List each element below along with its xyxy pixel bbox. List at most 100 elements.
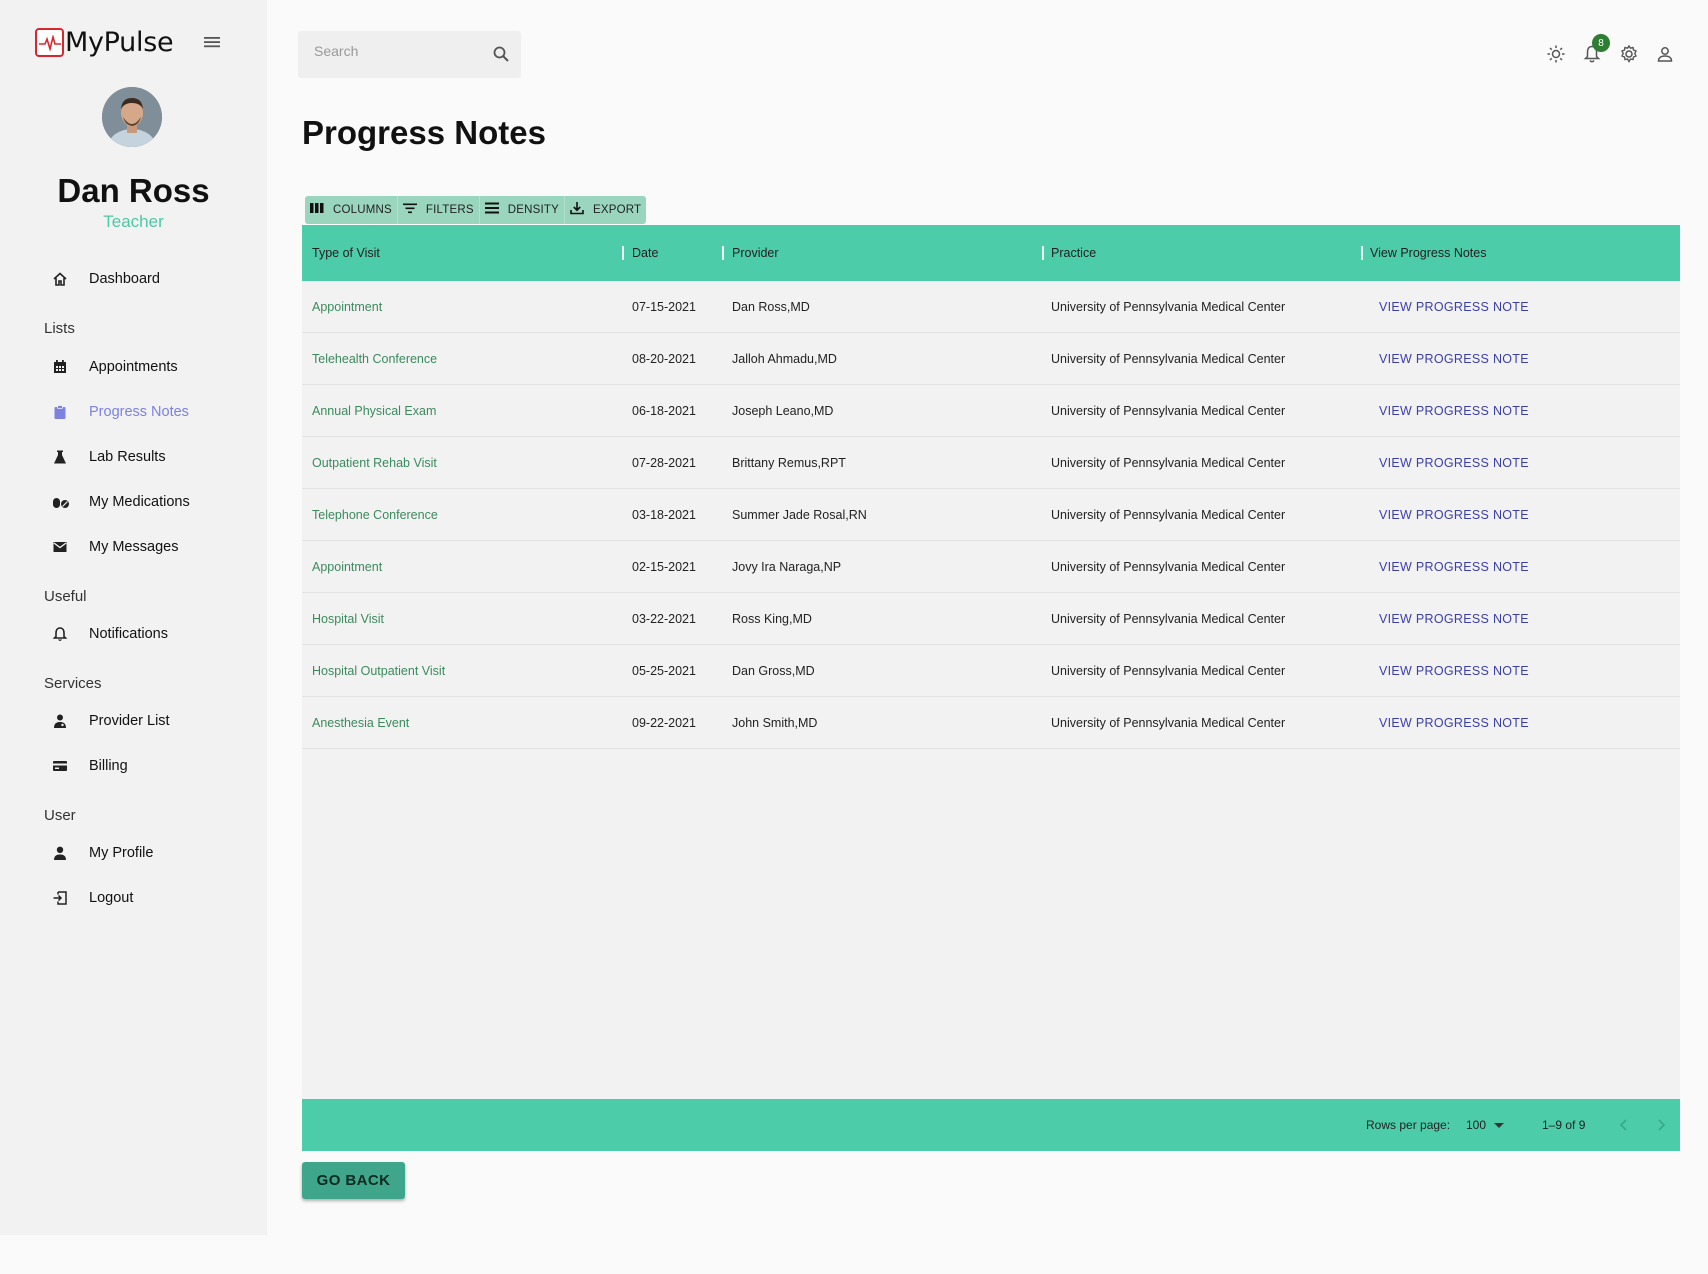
cell-type-of-visit[interactable]: Annual Physical Exam [312, 385, 436, 436]
view-progress-note-link[interactable]: VIEW PROGRESS NOTE [1379, 593, 1529, 644]
table-row[interactable]: Appointment 07-15-2021 Dan Ross,MD Universi… [302, 281, 1680, 333]
sidebar-item-logout[interactable]: Logout [44, 878, 254, 918]
page-title: Progress Notes [302, 114, 546, 151]
gear-icon[interactable] [1617, 42, 1641, 66]
view-progress-note-link[interactable]: VIEW PROGRESS NOTE [1379, 645, 1529, 696]
sidebar-item-progress-notes[interactable]: Progress Notes [44, 392, 254, 432]
grid-footer: Rows per page: 100 1–9 of 9 [302, 1099, 1680, 1151]
account-icon[interactable] [1653, 42, 1677, 66]
cell-date: 08-20-2021 [632, 351, 696, 366]
sidebar-item-my-messages[interactable]: My Messages [44, 527, 254, 567]
view-progress-note-link[interactable]: VIEW PROGRESS NOTE [1379, 385, 1529, 436]
rows-per-page-value: 100 [1466, 1118, 1487, 1132]
next-page-icon[interactable] [1651, 1115, 1671, 1135]
progress-notes-grid: Type of Visit Date Provider Practice Vie… [302, 225, 1680, 1151]
table-row[interactable]: Anesthesia Event 09-22-2021 John Smith,MD U… [302, 697, 1680, 749]
table-row[interactable]: Annual Physical Exam 06-18-2021 Joseph Lea… [302, 385, 1680, 437]
sidebar-item-dashboard[interactable]: Dashboard [44, 259, 254, 299]
column-header-type[interactable]: Type of Visit [312, 225, 380, 281]
menu-toggle-icon[interactable] [202, 34, 224, 54]
go-back-button[interactable]: GO BACK [302, 1162, 405, 1199]
calendar-icon [44, 357, 80, 377]
sidebar-item-my-profile[interactable]: My Profile [44, 833, 254, 873]
brand[interactable]: MyPulse [35, 27, 174, 58]
cell-date: 03-18-2021 [632, 507, 696, 522]
pulse-logo-icon [35, 28, 64, 57]
cell-practice: University of Pennsylvania Medical Cente… [1051, 715, 1286, 730]
pagination-range: 1–9 of 9 [1542, 1118, 1586, 1132]
user-role: Teacher [103, 212, 164, 231]
rows-per-page-select[interactable]: 100 [1466, 1114, 1512, 1136]
view-progress-note-link[interactable]: VIEW PROGRESS NOTE [1379, 541, 1529, 592]
brightness-icon[interactable] [1544, 42, 1568, 66]
previous-page-icon[interactable] [1614, 1115, 1634, 1135]
density-button[interactable]: DENSITY [479, 196, 565, 224]
cell-provider: Ross King,MD [732, 611, 812, 626]
cell-type-of-visit[interactable]: Outpatient Rehab Visit [312, 437, 437, 488]
cell-type-of-visit[interactable]: Appointment [312, 541, 382, 592]
sidebar: MyPulse Dan Ross Teacher Dashboard Lists… [0, 0, 267, 1235]
cell-type-of-visit[interactable]: Appointment [312, 281, 382, 332]
view-progress-note-link[interactable]: VIEW PROGRESS NOTE [1379, 281, 1529, 332]
sidebar-section-services: Services [44, 675, 102, 692]
view-progress-note-link[interactable]: VIEW PROGRESS NOTE [1379, 333, 1529, 384]
sidebar-item-lab-results[interactable]: Lab Results [44, 437, 254, 477]
column-separator[interactable] [622, 246, 624, 260]
search-icon[interactable] [489, 42, 513, 66]
column-separator[interactable] [1361, 246, 1363, 260]
cell-type-of-visit[interactable]: Anesthesia Event [312, 697, 409, 748]
sidebar-item-provider-list[interactable]: Provider List [44, 701, 254, 741]
grid-toolbar: COLUMNS FILTERS DENSITY EXPORT [305, 196, 647, 224]
sidebar-item-label: Lab Results [89, 449, 166, 465]
user-name: Dan Ross [57, 172, 210, 209]
cell-type-of-visit[interactable]: Telephone Conference [312, 489, 438, 540]
cell-practice: University of Pennsylvania Medical Cente… [1051, 559, 1286, 574]
table-row[interactable]: Hospital Outpatient Visit 05-25-2021 Dan G… [302, 645, 1680, 697]
cell-provider: Brittany Remus,RPT [732, 455, 846, 470]
table-row[interactable]: Telehealth Conference 08-20-2021 Jalloh Ah… [302, 333, 1680, 385]
cell-type-of-visit[interactable]: Telehealth Conference [312, 333, 437, 384]
cell-date: 09-22-2021 [632, 715, 696, 730]
search-input[interactable] [314, 43, 484, 59]
filters-button[interactable]: FILTERS [397, 196, 480, 224]
export-button[interactable]: EXPORT [565, 196, 647, 224]
cell-practice: University of Pennsylvania Medical Cente… [1051, 455, 1286, 470]
sidebar-item-appointments[interactable]: Appointments [44, 347, 254, 387]
cell-type-of-visit[interactable]: Hospital Visit [312, 593, 384, 644]
cell-practice: University of Pennsylvania Medical Cente… [1051, 351, 1286, 366]
cell-type-of-visit[interactable]: Hospital Outpatient Visit [312, 645, 445, 696]
columns-button[interactable]: COLUMNS [305, 196, 398, 224]
flask-icon [44, 447, 80, 467]
view-progress-note-link[interactable]: VIEW PROGRESS NOTE [1379, 489, 1529, 540]
density-icon [484, 201, 508, 220]
download-icon [569, 201, 593, 220]
column-header-view-notes[interactable]: View Progress Notes [1370, 225, 1487, 281]
sidebar-item-label: Billing [89, 758, 128, 774]
table-row[interactable]: Telephone Conference 03-18-2021 Summer Jad… [302, 489, 1680, 541]
cell-provider: John Smith,MD [732, 715, 818, 730]
column-separator[interactable] [722, 246, 724, 260]
cell-practice: University of Pennsylvania Medical Cente… [1051, 663, 1286, 678]
sidebar-section-useful: Useful [44, 588, 87, 605]
sidebar-item-notifications[interactable]: Notifications [44, 614, 254, 654]
view-progress-note-link[interactable]: VIEW PROGRESS NOTE [1379, 437, 1529, 488]
cell-provider: Dan Gross,MD [732, 663, 815, 678]
view-progress-note-link[interactable]: VIEW PROGRESS NOTE [1379, 697, 1529, 748]
cell-provider: Summer Jade Rosal,RN [732, 507, 867, 522]
column-separator[interactable] [1042, 246, 1044, 260]
table-row[interactable]: Appointment 02-15-2021 Jovy Ira Naraga,NP U… [302, 541, 1680, 593]
sidebar-section-lists: Lists [44, 320, 75, 337]
home-icon [44, 269, 80, 289]
sidebar-item-my-medications[interactable]: My Medications [44, 482, 254, 522]
clipboard-icon [44, 402, 80, 422]
sidebar-item-billing[interactable]: Billing [44, 746, 254, 786]
cell-provider: Joseph Leano,MD [732, 403, 834, 418]
table-row[interactable]: Hospital Visit 03-22-2021 Ross King,MD Univ… [302, 593, 1680, 645]
sidebar-item-label: Notifications [89, 626, 168, 642]
filter-icon [402, 201, 426, 220]
export-label: EXPORT [593, 204, 642, 216]
table-row[interactable]: Outpatient Rehab Visit 07-28-2021 Brittany… [302, 437, 1680, 489]
column-header-provider[interactable]: Provider [732, 225, 779, 281]
column-header-date[interactable]: Date [632, 225, 658, 281]
column-header-practice[interactable]: Practice [1051, 225, 1096, 281]
